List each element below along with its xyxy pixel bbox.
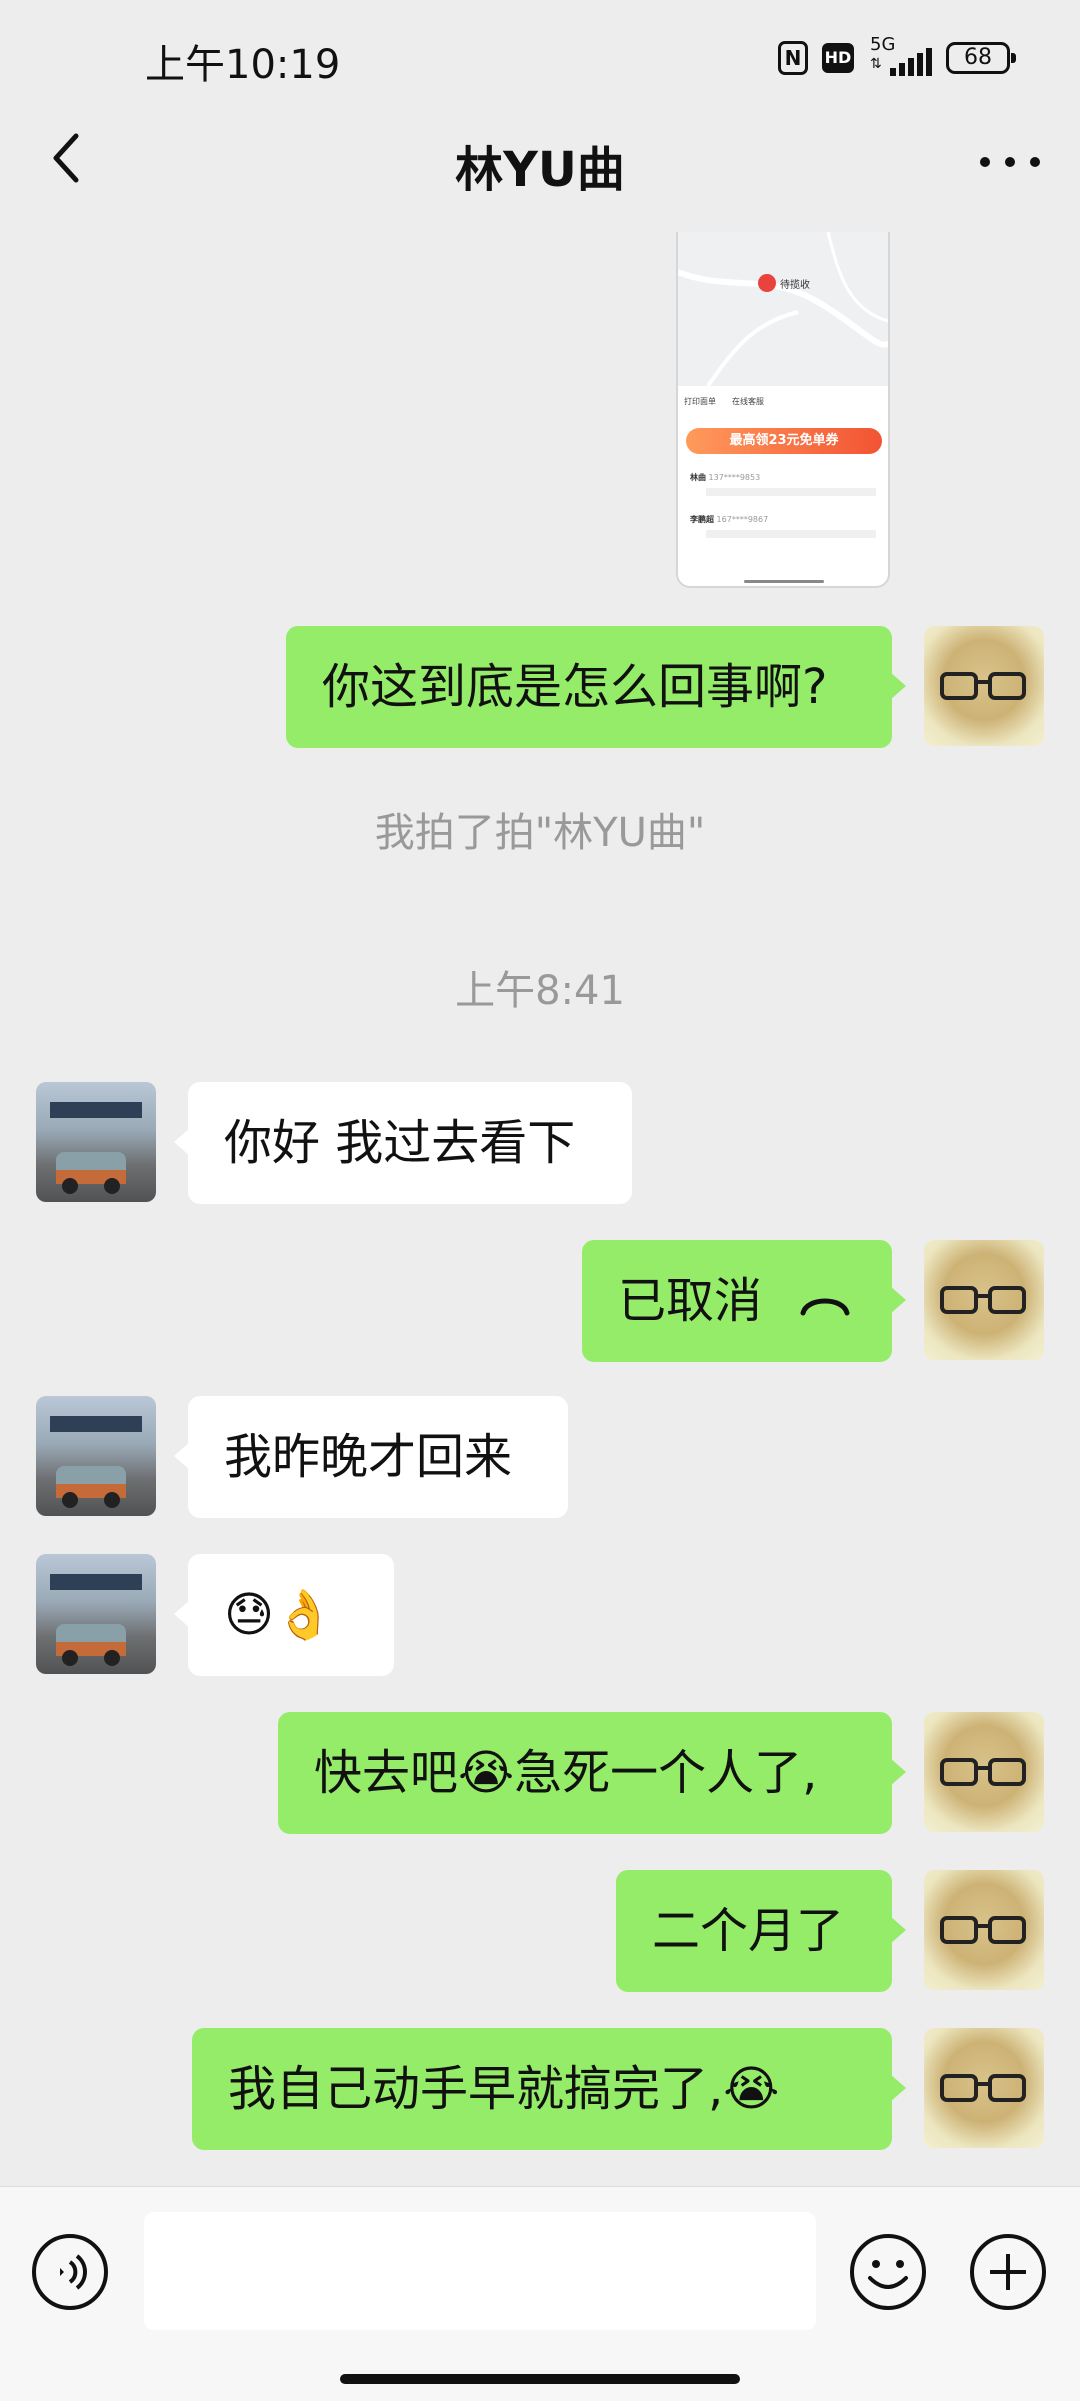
coupon-banner: 最高领23元免单券 [686,428,882,454]
emoji-message-bubble[interactable]: 😓👌 [174,1554,394,1676]
receiver-line: 李鹏超 167****9867 [690,514,768,525]
more-options-icon[interactable] [980,152,1040,172]
voice-input-icon[interactable] [30,2232,110,2312]
battery-level: 68 [964,45,992,70]
contact-avatar[interactable] [36,1554,156,1674]
message-bubble[interactable]: 我自己动手早就搞完了,😭 [192,2028,906,2150]
nfc-icon: N [778,41,808,75]
my-avatar[interactable] [924,626,1044,746]
chat-title: 林YU曲 [455,142,625,198]
message-bubble[interactable]: 我昨晚才回来 [174,1396,568,1518]
call-record-bubble[interactable]: 已取消 [582,1240,906,1362]
print-label: 打印面单 [684,397,716,406]
sender-phone: 137****9853 [708,473,761,482]
receiver-phone: 167****9867 [716,515,769,524]
emoji-icon[interactable] [848,2232,928,2312]
my-avatar[interactable] [924,2028,1044,2148]
customer-service: 在线客服 [732,397,764,406]
message-bubble[interactable]: 二个月了 [616,1870,906,1992]
plus-icon[interactable] [968,2232,1048,2312]
contact-avatar[interactable] [36,1396,156,1516]
image-message[interactable]: 待揽收 打印面单 在线客服 最高领23元免单券 林曲 137****9853 李… [676,232,890,588]
sender-name: 林曲 [690,473,706,482]
shipment-status: 待揽收 [780,280,810,291]
pat-notification: 我拍了拍"林YU曲" [374,810,706,856]
message-bubble[interactable]: 你这到底是怎么回事啊? [286,626,906,748]
message-timestamp: 上午8:41 [455,968,625,1014]
shipment-tools: 打印面单 在线客服 [684,396,764,407]
data-arrows-icon: ⇅ [870,56,882,72]
message-bubble[interactable]: 你好 我过去看下 [174,1082,632,1204]
hangup-icon [800,1298,850,1316]
status-bar: 上午10:19 N HD 5G ⇅ 68 [0,0,1080,110]
my-avatar[interactable] [924,1870,1044,1990]
contact-avatar[interactable] [36,1082,156,1202]
signal-icon: 5G ⇅ [868,34,932,78]
my-avatar[interactable] [924,1712,1044,1832]
status-time: 上午10:19 [145,42,341,88]
status-icons: N HD 5G ⇅ 68 [778,34,1016,80]
hd-icon: HD [822,43,854,73]
sender-line: 林曲 137****9853 [690,472,760,483]
my-avatar[interactable] [924,1240,1044,1360]
map-preview: 待揽收 [678,232,888,388]
location-pin-icon [758,274,776,292]
home-indicator[interactable] [340,2374,740,2384]
receiver-name: 李鹏超 [690,515,714,524]
message-input[interactable] [144,2212,816,2330]
battery-icon: 68 [946,42,1016,74]
call-status: 已取消 [618,1273,763,1329]
message-bubble[interactable]: 快去吧😭急死一个人了, [278,1712,906,1834]
